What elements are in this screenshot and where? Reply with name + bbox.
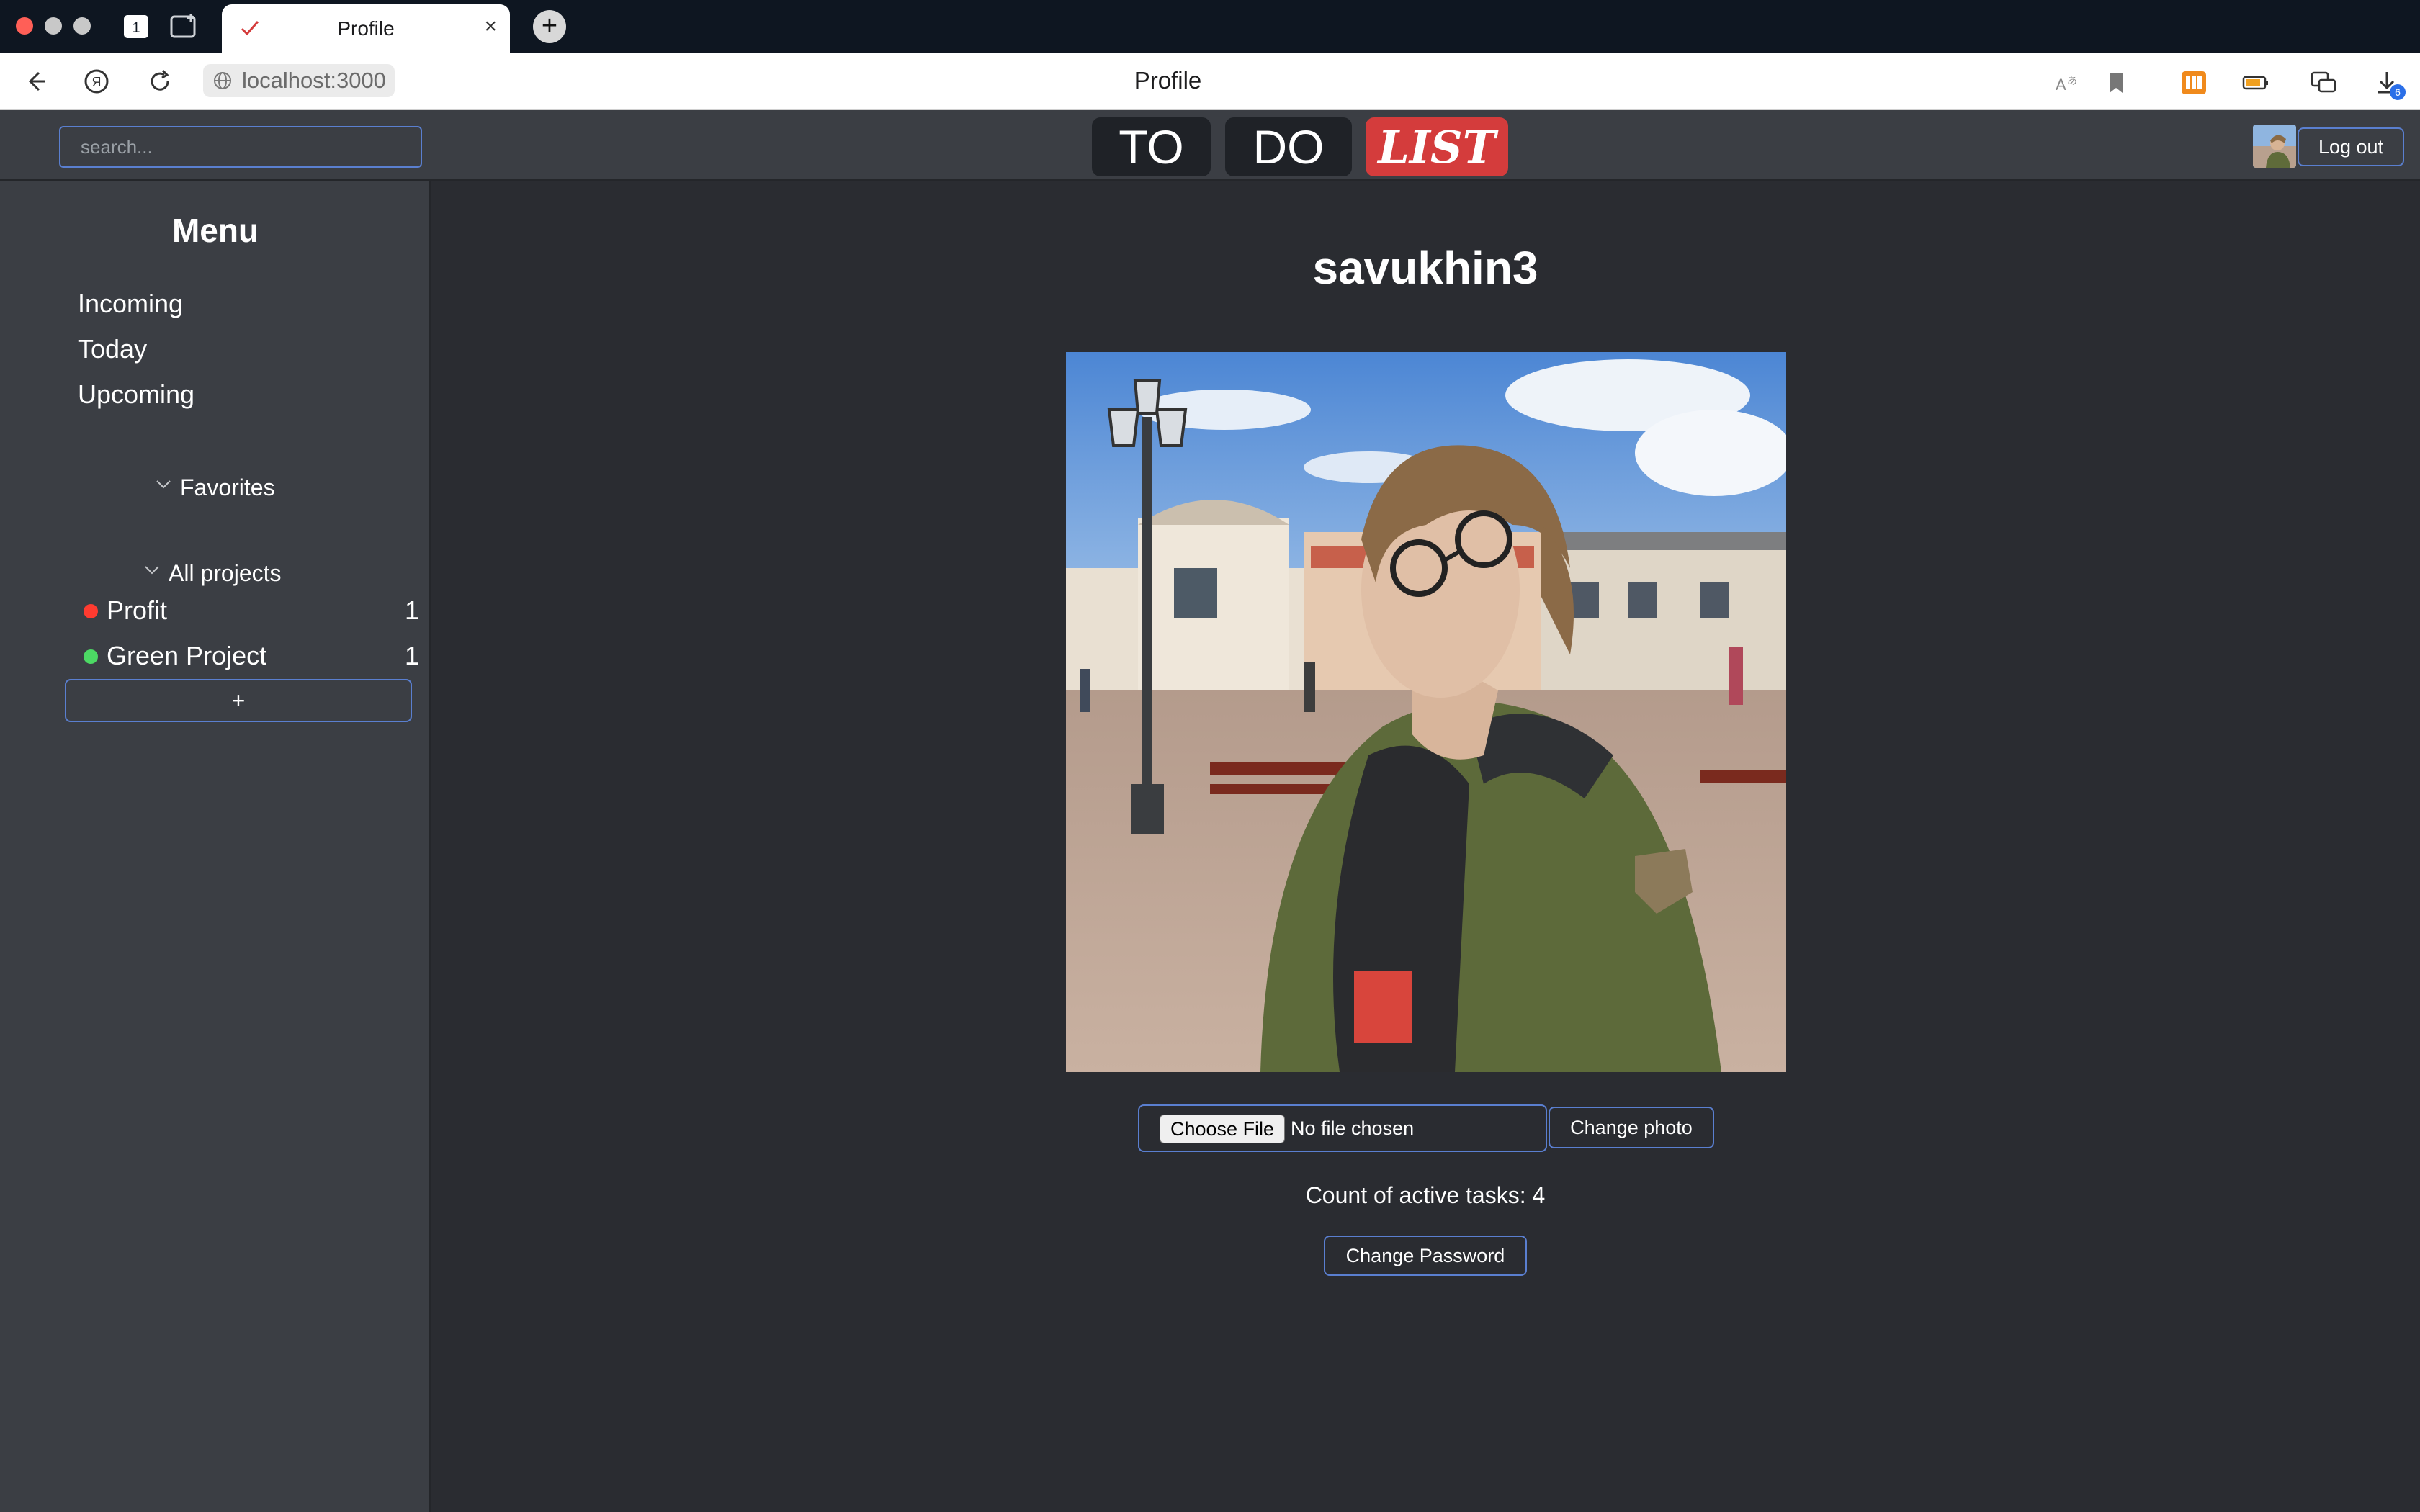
avatar[interactable]	[2253, 125, 2296, 168]
chat-icon[interactable]	[2309, 68, 2338, 97]
downloads-icon[interactable]: 6	[2372, 68, 2406, 100]
sidebar-item-today[interactable]: Today	[78, 334, 147, 364]
profile-photo	[1066, 352, 1786, 1072]
file-input[interactable]: Choose File No file chosen	[1138, 1104, 1547, 1152]
favorites-label: Favorites	[180, 474, 275, 500]
all-projects-label: All projects	[169, 560, 282, 586]
downloads-badge: 6	[2390, 84, 2406, 100]
all-projects-toggle[interactable]: All projects	[143, 560, 282, 587]
active-tasks-count: Count of active tasks: 4	[1305, 1182, 1546, 1208]
reader-icon[interactable]	[2179, 68, 2208, 97]
profile-username: savukhin3	[1312, 242, 1538, 294]
tab-counter-icon[interactable]: 1	[115, 10, 158, 42]
page-title: Profile	[1134, 67, 1202, 94]
close-window-button[interactable]	[16, 17, 33, 35]
browser-tab-strip: 1 Profile × +	[0, 0, 2420, 53]
app-header: TO DO LIST Log out	[0, 110, 2420, 181]
project-color-dot	[84, 649, 98, 664]
search-input[interactable]	[59, 126, 422, 168]
new-tab-group-icon[interactable]	[163, 10, 206, 42]
menu-title: Menu	[171, 212, 259, 249]
svg-text:あ: あ	[2067, 75, 2077, 86]
choose-file-button[interactable]: Choose File	[1160, 1115, 1286, 1143]
favorites-toggle[interactable]: Favorites	[154, 474, 275, 501]
new-tab-button[interactable]: +	[533, 10, 566, 43]
minimize-window-button[interactable]	[45, 17, 62, 35]
tab-profile[interactable]: Profile ×	[222, 4, 510, 53]
project-name: Profit	[107, 595, 168, 625]
svg-text:1: 1	[132, 20, 140, 36]
close-tab-icon[interactable]: ×	[484, 16, 497, 37]
maximize-window-button[interactable]	[73, 17, 91, 35]
chevron-down-icon	[156, 480, 171, 488]
logo-to: TO	[1092, 117, 1211, 176]
change-photo-button[interactable]: Change photo	[1549, 1107, 1714, 1148]
logo-list: LIST	[1366, 117, 1508, 176]
battery-icon[interactable]	[2241, 68, 2270, 97]
address-bar: Я localhost:3000 Profile Aあ 6	[0, 53, 2420, 110]
project-color-dot	[84, 604, 98, 618]
logout-button[interactable]: Log out	[2298, 127, 2404, 166]
translate-icon[interactable]: Aあ	[2053, 68, 2081, 97]
change-password-button[interactable]: Change Password	[1324, 1236, 1527, 1276]
sidebar-item-incoming[interactable]: Incoming	[78, 289, 183, 319]
project-count: 1	[404, 595, 419, 625]
project-item-green-project[interactable]: Green Project 1	[84, 641, 419, 672]
svg-text:A: A	[2056, 76, 2066, 94]
sidebar-item-upcoming[interactable]: Upcoming	[78, 379, 194, 410]
tab-title: Profile	[337, 17, 395, 40]
logo-do: DO	[1225, 117, 1352, 176]
profile-main: savukhin3 Choose File No file chosen Cha…	[432, 181, 2420, 1512]
project-count: 1	[404, 641, 419, 670]
add-project-button[interactable]: +	[65, 679, 412, 722]
bookmark-icon[interactable]	[2102, 68, 2130, 97]
chevron-down-icon	[145, 565, 159, 574]
project-item-profit[interactable]: Profit 1	[84, 595, 419, 627]
project-name: Green Project	[107, 641, 267, 670]
sidebar: Menu Incoming Today Upcoming Favorites A…	[0, 181, 431, 1512]
file-status-text: No file chosen	[1291, 1117, 1415, 1139]
